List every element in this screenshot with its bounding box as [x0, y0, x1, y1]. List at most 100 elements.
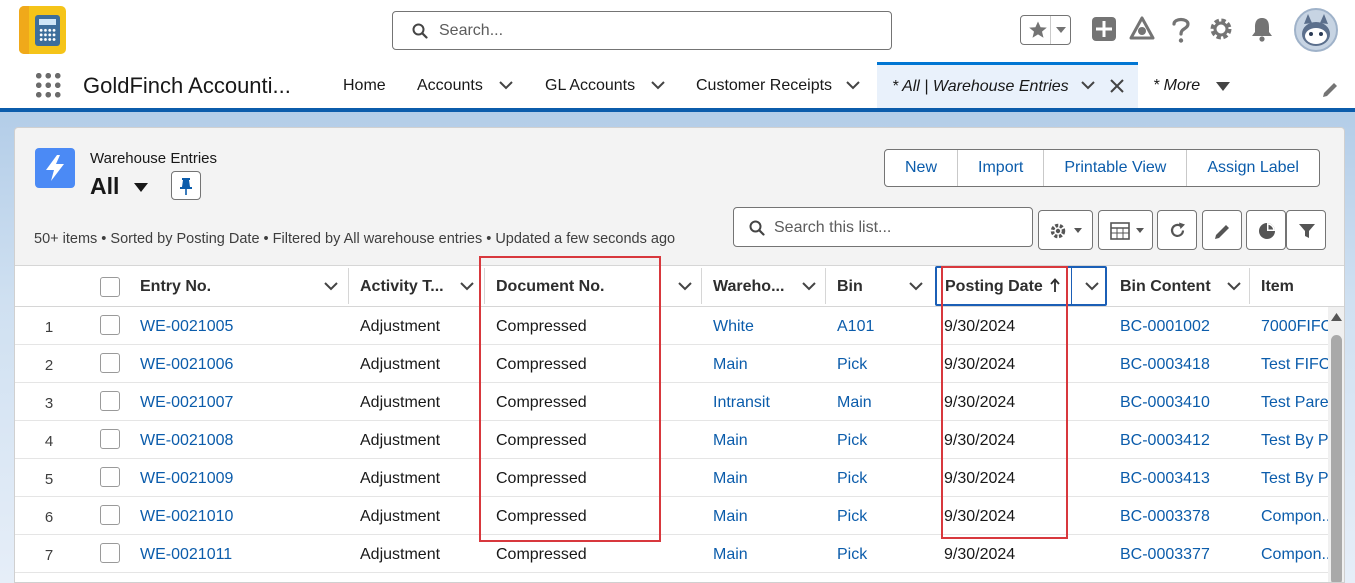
row-checkbox[interactable]	[100, 505, 120, 525]
column-divider[interactable]	[701, 268, 702, 304]
table-header-row: Entry No. Activity T... Document No. War…	[15, 266, 1344, 307]
chevron-down-icon[interactable]	[802, 282, 816, 291]
chevron-down-icon[interactable]	[324, 282, 338, 291]
column-divider[interactable]	[348, 268, 349, 304]
printable-view-button[interactable]: Printable View	[1044, 150, 1188, 186]
row-checkbox[interactable]	[100, 429, 120, 449]
bin-content-link[interactable]: BC-0003413	[1120, 470, 1210, 488]
chevron-down-icon[interactable]	[499, 81, 513, 90]
bin-link[interactable]: Pick	[837, 546, 867, 564]
trailhead-guidance-icon[interactable]	[1129, 16, 1155, 42]
new-button[interactable]: New	[885, 150, 959, 186]
chevron-down-icon[interactable]	[678, 282, 692, 291]
bin-link[interactable]: Pick	[837, 432, 867, 450]
warehouse-link[interactable]: Main	[713, 470, 748, 488]
app-logo-icon[interactable]	[19, 6, 66, 54]
bin-content-link[interactable]: BC-0003378	[1120, 508, 1210, 526]
chevron-down-icon[interactable]	[846, 81, 860, 90]
nav-item-accounts[interactable]: Accounts	[417, 77, 483, 95]
list-view-name[interactable]: All	[90, 173, 119, 200]
bin-content-link[interactable]: BC-0003418	[1120, 356, 1210, 374]
warehouse-link[interactable]: Main	[713, 508, 748, 526]
scroll-up-arrow-icon[interactable]	[1331, 313, 1342, 321]
user-avatar[interactable]	[1294, 8, 1338, 52]
warehouse-link[interactable]: Intransit	[713, 394, 770, 412]
bin-link[interactable]: Pick	[837, 508, 867, 526]
list-view-dropdown-icon[interactable]	[134, 183, 148, 192]
bin-link[interactable]: Pick	[837, 470, 867, 488]
edit-nav-pencil-icon[interactable]	[1322, 80, 1340, 98]
bin-content-link[interactable]: BC-0003412	[1120, 432, 1210, 450]
nav-more-menu[interactable]: * More	[1153, 77, 1200, 95]
list-settings-button[interactable]	[1038, 210, 1093, 250]
chevron-down-icon[interactable]	[460, 282, 474, 291]
list-search-input[interactable]	[774, 218, 1024, 238]
gear-icon[interactable]	[1208, 16, 1234, 42]
notifications-bell-icon[interactable]	[1250, 16, 1274, 42]
filters-button[interactable]	[1286, 210, 1326, 250]
close-icon[interactable]	[1110, 79, 1124, 93]
favorites-button[interactable]	[1020, 15, 1071, 45]
entry-no-link[interactable]: WE-0021011	[140, 546, 232, 564]
row-checkbox[interactable]	[100, 543, 120, 563]
entry-no-link[interactable]: WE-0021010	[140, 508, 233, 526]
bin-content-link[interactable]: BC-0003377	[1120, 546, 1210, 564]
warehouse-link[interactable]: Main	[713, 432, 748, 450]
scrollbar-thumb[interactable]	[1331, 335, 1342, 582]
list-view-card: Warehouse Entries All New Import Printab…	[14, 127, 1345, 583]
row-checkbox[interactable]	[100, 391, 120, 411]
row-checkbox[interactable]	[100, 315, 120, 335]
global-search-input[interactable]	[392, 11, 892, 50]
chevron-down-icon[interactable]	[1056, 27, 1066, 33]
inline-edit-button[interactable]	[1202, 210, 1242, 250]
column-divider[interactable]	[1249, 268, 1250, 304]
pin-list-view-button[interactable]	[171, 171, 201, 200]
chevron-down-icon[interactable]	[1227, 282, 1241, 291]
chevron-down-icon[interactable]	[1085, 282, 1099, 291]
activity-type-cell: Adjustment	[360, 508, 441, 525]
help-icon[interactable]	[1171, 16, 1191, 44]
row-checkbox[interactable]	[100, 467, 120, 487]
nav-item-customer-receipts[interactable]: Customer Receipts	[696, 77, 832, 95]
chevron-down-icon[interactable]	[1081, 81, 1095, 90]
item-link[interactable]: Compon...	[1261, 546, 1335, 564]
entry-no-link[interactable]: WE-0021006	[140, 356, 233, 374]
bin-content-link[interactable]: BC-0003410	[1120, 394, 1210, 412]
nav-item-gl-accounts[interactable]: GL Accounts	[545, 77, 635, 95]
entry-no-link[interactable]: WE-0021005	[140, 318, 233, 336]
object-name: Warehouse Entries	[90, 150, 218, 167]
item-link[interactable]: 7000FIFO	[1261, 318, 1333, 336]
item-link[interactable]: Test FIFO	[1261, 356, 1331, 374]
chevron-down-icon[interactable]	[909, 282, 923, 291]
bin-link[interactable]: Main	[837, 394, 872, 412]
item-link[interactable]: Compon...	[1261, 508, 1335, 526]
tab-warehouse-entries[interactable]: * All | Warehouse Entries	[877, 62, 1138, 110]
bin-link[interactable]: Pick	[837, 356, 867, 374]
entry-no-link[interactable]: WE-0021009	[140, 470, 233, 488]
chevron-down-icon[interactable]	[651, 81, 665, 90]
entry-no-link[interactable]: WE-0021008	[140, 432, 233, 450]
charts-button[interactable]	[1246, 210, 1286, 250]
list-search-box[interactable]	[733, 207, 1033, 247]
warehouse-link[interactable]: Main	[713, 546, 748, 564]
table-vertical-scrollbar[interactable]	[1328, 307, 1344, 582]
warehouse-link[interactable]: White	[713, 318, 754, 336]
global-add-icon[interactable]	[1091, 16, 1117, 42]
display-as-table-button[interactable]	[1098, 210, 1153, 250]
chevron-down-icon[interactable]	[1216, 82, 1230, 91]
row-checkbox[interactable]	[100, 353, 120, 373]
select-all-checkbox[interactable]	[100, 277, 120, 297]
assign-label-button[interactable]: Assign Label	[1187, 150, 1319, 186]
import-button[interactable]: Import	[958, 150, 1045, 186]
bin-content-link[interactable]: BC-0001002	[1120, 318, 1210, 336]
bin-link[interactable]: A101	[837, 318, 874, 336]
column-label: Bin Content	[1120, 278, 1211, 295]
refresh-button[interactable]	[1157, 210, 1197, 250]
app-launcher-icon[interactable]	[34, 71, 62, 99]
nav-item-home[interactable]: Home	[343, 77, 386, 95]
column-divider[interactable]	[825, 268, 826, 304]
global-search-field[interactable]	[439, 21, 869, 41]
entry-no-link[interactable]: WE-0021007	[140, 394, 233, 412]
warehouse-link[interactable]: Main	[713, 356, 748, 374]
activity-type-cell: Adjustment	[360, 318, 441, 335]
